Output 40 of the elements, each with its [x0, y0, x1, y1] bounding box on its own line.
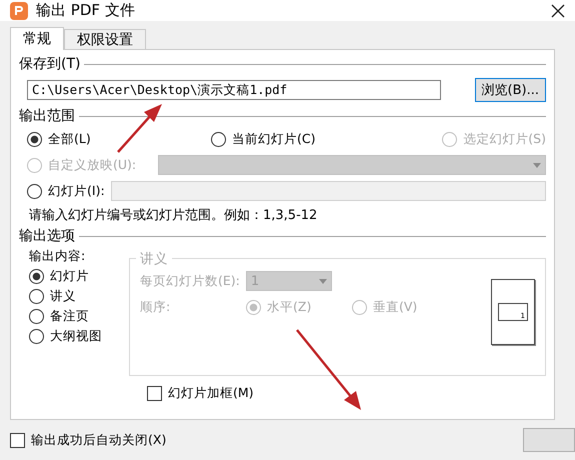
section-heading: 输出范围 — [19, 107, 75, 125]
section-heading: 输出选项 — [19, 227, 75, 245]
checkbox-label: 输出成功后自动关闭(X) — [31, 432, 166, 448]
radio-button[interactable] — [29, 269, 44, 284]
option-label: 幻灯片(I): — [48, 182, 105, 200]
radio-button[interactable] — [29, 289, 44, 304]
radio-button[interactable] — [29, 309, 44, 324]
option-label: 讲义 — [50, 288, 76, 305]
tab[interactable]: 权限设置 — [64, 29, 146, 49]
checkbox[interactable] — [10, 432, 25, 448]
checkbox[interactable] — [147, 386, 162, 400]
dropdown-caret-icon — [318, 278, 327, 284]
section-heading: 保存到(T) — [19, 55, 80, 73]
path-field[interactable]: C:\Users\Acer\Desktop\演示文稿1.pdf — [27, 80, 441, 100]
option-label: 幻灯片 — [50, 268, 89, 285]
radio-button[interactable] — [27, 132, 42, 146]
radio-button[interactable] — [29, 329, 44, 344]
dropdown-caret-icon — [533, 162, 541, 168]
radio-button[interactable] — [27, 184, 42, 198]
radio-button[interactable] — [211, 132, 226, 146]
close-icon[interactable] — [551, 4, 565, 18]
option-label: 自定义放映(U): — [48, 156, 136, 174]
option-label: 选定幻灯片(S) — [463, 130, 546, 148]
input-field[interactable] — [110, 181, 546, 201]
checkbox-label: 幻灯片加框(M) — [168, 384, 254, 402]
field-label: 顺序: — [140, 299, 172, 316]
option-label: 大纲视图 — [50, 328, 102, 345]
option-label: 当前幻灯片(C) — [232, 130, 316, 148]
group-label: 输出内容: — [29, 248, 86, 265]
option-label: 水平(Z) — [267, 299, 312, 316]
arrow-drawing — [117, 104, 162, 153]
tab[interactable]: 常规 — [10, 27, 64, 50]
option-label: 全部(L) — [48, 130, 91, 148]
hint-text: 请输入幻灯片编号或幻灯片范围。例如：1,3,5-12 — [28, 207, 318, 225]
option-label: 备注页 — [50, 308, 89, 325]
group-title: 讲义 — [136, 250, 172, 268]
option-label: 垂直(V) — [373, 299, 418, 316]
field-label: 每页幻灯片数(E): — [140, 272, 240, 290]
window-title: 输出 PDF 文件 — [36, 1, 136, 20]
browse-button[interactable]: 浏览(B)... — [474, 78, 546, 102]
